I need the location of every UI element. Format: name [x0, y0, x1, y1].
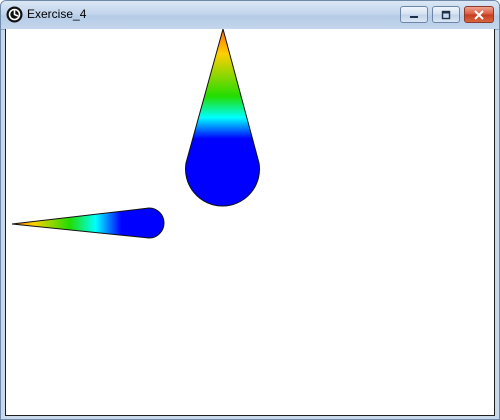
- drawing-canvas[interactable]: [5, 29, 495, 416]
- app-window: Exercise_4: [0, 0, 500, 420]
- maximize-icon: [441, 10, 451, 19]
- title-bar[interactable]: Exercise_4: [1, 1, 499, 30]
- horizontal-teardrop-shape: [11, 207, 165, 239]
- app-icon[interactable]: [6, 6, 23, 23]
- canvas-svg: [11, 29, 260, 239]
- close-button[interactable]: [464, 6, 494, 23]
- vertical-teardrop-shape: [185, 29, 260, 207]
- maximize-button[interactable]: [432, 6, 460, 23]
- window-title: Exercise_4: [27, 7, 87, 21]
- minimize-icon: [410, 15, 418, 18]
- close-icon: [474, 9, 484, 20]
- minimize-button[interactable]: [400, 6, 428, 23]
